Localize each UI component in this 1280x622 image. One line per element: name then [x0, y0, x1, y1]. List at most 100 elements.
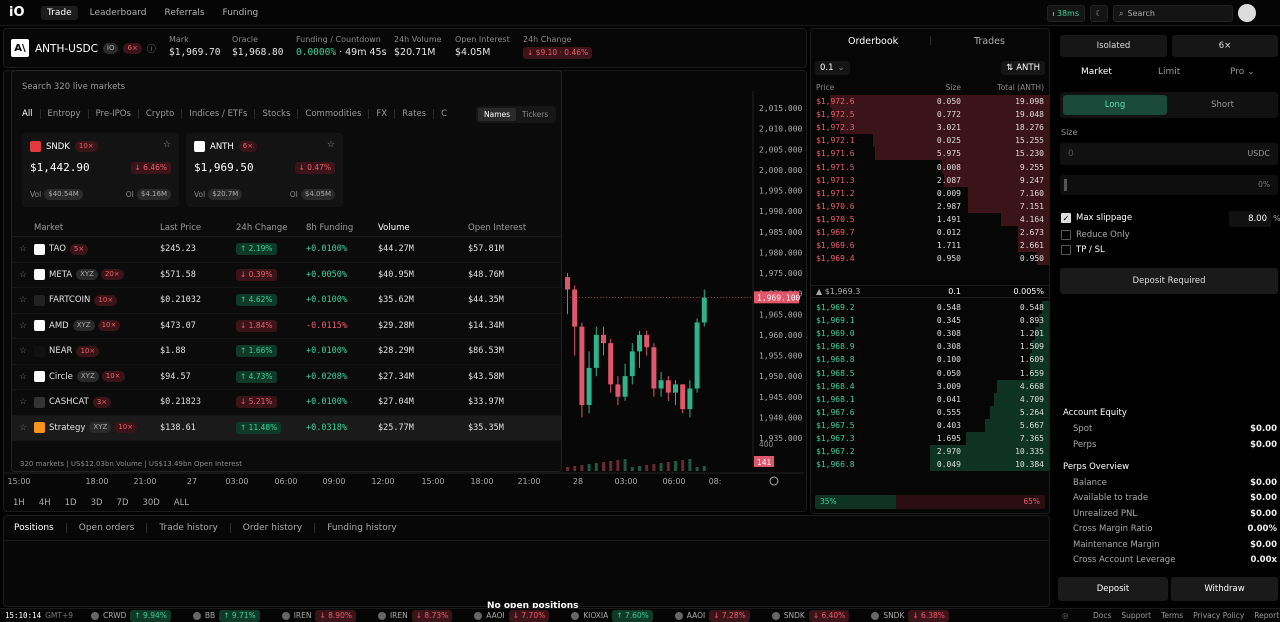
bid-row[interactable]: $1,967.3 1.695 7.365 [811, 431, 1049, 446]
cat-more[interactable]: C [434, 109, 454, 119]
col-market[interactable]: Market [34, 223, 160, 233]
slider-handle[interactable] [1064, 179, 1067, 191]
toggle-tickers[interactable]: Tickers [516, 108, 554, 121]
tf-4h[interactable]: 4H [39, 498, 51, 508]
avatar[interactable] [1238, 4, 1256, 22]
nav-referrals[interactable]: Referrals [159, 6, 211, 20]
max-slippage-checkbox[interactable]: ✓ Max slippage [1061, 213, 1132, 223]
star-icon[interactable]: ☆ [12, 372, 34, 382]
tab-trades[interactable]: Trades [974, 36, 1005, 47]
short-button[interactable]: Short [1170, 95, 1275, 115]
star-icon[interactable]: ☆ [12, 423, 34, 433]
market-selector[interactable]: ANTH-USDC IO 6× ⓘ [35, 42, 156, 56]
ticker-item[interactable]: IREN ↓ 8.73% [377, 609, 453, 622]
ask-row[interactable]: $1,970.5 1.491 4.164 [811, 212, 1049, 226]
order-type-market[interactable]: Market [1081, 67, 1112, 77]
ask-row[interactable]: $1,971.3 2.087 9.247 [811, 173, 1049, 187]
ask-row[interactable]: $1,971.2 0.009 7.160 [811, 186, 1049, 200]
featured-card-sndk[interactable]: SNDK 10× ☆ $1,442.90 ↓ 6.46% Vol $40.54M … [22, 133, 179, 207]
bid-row[interactable]: $1,967.2 2.970 10.335 [811, 445, 1049, 459]
search-input[interactable]: ⌕ Search [1113, 5, 1233, 22]
bid-row[interactable]: $1,968.1 0.041 4.709 [811, 392, 1049, 406]
toggle-names[interactable]: Names [478, 108, 517, 121]
tab-funding-history[interactable]: Funding history [315, 523, 409, 533]
bid-row[interactable]: $1,968.4 3.009 4.668 [811, 379, 1049, 393]
star-icon[interactable]: ☆ [12, 397, 34, 407]
ask-row[interactable]: $1,972.3 3.021 18.276 [811, 121, 1049, 135]
bid-row[interactable]: $1,969.0 0.308 1.201 [811, 327, 1049, 341]
col-funding[interactable]: 8h Funding [306, 223, 378, 233]
size-input[interactable]: 0 USDC [1060, 143, 1278, 165]
bid-row[interactable]: $1,968.9 0.308 1.509 [811, 340, 1049, 354]
bid-row[interactable]: $1,967.5 0.403 5.667 [811, 418, 1049, 432]
checkbox-checked-icon[interactable]: ✓ [1061, 213, 1071, 223]
tf-3d[interactable]: 3D [91, 498, 103, 508]
order-type-limit[interactable]: Limit [1158, 67, 1180, 77]
deposit-required-button[interactable]: Deposit Required [1060, 268, 1278, 294]
table-row[interactable]: ☆ TAO 5× $245.23 ↑ 2.19% +0.0100% $44.27M… [12, 237, 561, 263]
nav-trade[interactable]: Trade [41, 6, 78, 20]
star-icon[interactable]: ☆ [12, 295, 34, 305]
cat-all[interactable]: All [22, 109, 41, 119]
col-open-interest[interactable]: Open Interest [468, 223, 558, 233]
footer-link[interactable]: Docs [1093, 611, 1111, 620]
reduce-only-checkbox[interactable]: Reduce Only [1061, 230, 1130, 240]
cat-rates[interactable]: Rates [395, 109, 435, 119]
cat-stocks[interactable]: Stocks [255, 109, 299, 119]
cat-crypto[interactable]: Crypto [139, 109, 183, 119]
ticker-item[interactable]: AAOI ↓ 7.70% [474, 609, 550, 622]
ask-row[interactable]: $1,970.6 2.987 7.151 [811, 199, 1049, 213]
col-last-price[interactable]: Last Price [160, 223, 236, 233]
ask-row[interactable]: $1,969.6 1.711 2.661 [811, 239, 1049, 253]
star-icon[interactable]: ☆ [12, 270, 34, 280]
checkbox-icon[interactable] [1061, 230, 1071, 240]
footer-link[interactable]: Terms [1161, 611, 1183, 620]
deposit-button[interactable]: Deposit [1058, 577, 1168, 601]
footer-link[interactable]: Privacy Policy [1193, 611, 1244, 620]
ticker-item[interactable]: AAOI ↓ 7.28% [674, 609, 750, 622]
info-icon[interactable]: ⓘ [147, 42, 156, 55]
featured-card-anth[interactable]: ANTH 6× ☆ $1,969.50 ↓ 0.47% Vol $20.7M OI… [186, 133, 343, 207]
ticker-item[interactable]: BB ↑ 9.71% [192, 609, 260, 622]
bid-row[interactable]: $1,968.5 0.050 1.659 [811, 366, 1049, 380]
bid-row[interactable]: $1,966.8 0.049 10.384 [811, 458, 1049, 472]
tf-1d[interactable]: 1D [65, 498, 77, 508]
star-icon[interactable]: ☆ [12, 244, 34, 254]
table-row[interactable]: ☆ Circle XYZ 10× $94.57 ↑ 4.73% +0.0208% $… [12, 365, 561, 390]
market-search-input[interactable]: Search 320 live markets [22, 82, 125, 92]
tab-orderbook[interactable]: Orderbook [848, 36, 898, 47]
ticker-item[interactable]: SNDK ↓ 6.38% [871, 609, 949, 622]
table-row[interactable]: ☆ META XYZ 20× $571.58 ↓ 0.39% +0.0050% $4… [12, 263, 561, 288]
star-icon[interactable]: ☆ [163, 140, 171, 150]
ask-row[interactable]: $1,969.7 0.012 2.673 [811, 225, 1049, 240]
long-button[interactable]: Long [1063, 95, 1167, 115]
star-icon[interactable]: ☆ [327, 140, 335, 150]
nav-leaderboard[interactable]: Leaderboard [84, 6, 153, 20]
tick-size-select[interactable]: 0.1 ⌄ [815, 61, 850, 75]
star-icon[interactable]: ☆ [12, 321, 34, 331]
table-row[interactable]: ☆ NEAR 10× $1.88 ↑ 1.66% +0.0100% $28.29M… [12, 339, 561, 365]
bid-row[interactable]: $1,967.6 0.555 5.264 [811, 405, 1049, 419]
nav-funding[interactable]: Funding [217, 6, 265, 20]
checkbox-icon[interactable] [1061, 245, 1071, 255]
ticker-item[interactable]: KIOXIA ↑ 7.60% [571, 609, 653, 622]
ticker-item[interactable]: SNDK ↓ 6.40% [771, 609, 850, 622]
margin-mode-button[interactable]: Isolated [1060, 35, 1167, 57]
ask-row[interactable]: $1,972.6 0.050 19.098 [811, 95, 1049, 109]
tf-7d[interactable]: 7D [117, 498, 129, 508]
app-logo[interactable]: iO [9, 5, 25, 20]
size-slider[interactable]: 0% [1060, 175, 1278, 195]
tab-open-orders[interactable]: Open orders [67, 523, 148, 533]
cat-commodities[interactable]: Commodities [298, 109, 370, 119]
ask-row[interactable]: $1,971.6 5.975 15.230 [811, 147, 1049, 161]
ticker-item[interactable]: IREN ↓ 8.90% [281, 609, 356, 622]
col-volume[interactable]: Volume [378, 223, 468, 233]
tab-order-history[interactable]: Order history [231, 523, 316, 533]
footer-link[interactable]: Report a Bug [1254, 611, 1280, 620]
footer-link[interactable]: Support [1121, 611, 1151, 620]
cat-entropy[interactable]: Entropy [41, 109, 89, 119]
table-row[interactable]: ☆ FARTCOIN 10× $0.21032 ↑ 4.62% +0.0100% … [12, 288, 561, 314]
table-row[interactable]: ☆ CASHCAT 3× $0.21823 ↓ 5.21% +0.0100% $2… [12, 390, 561, 416]
bid-row[interactable]: $1,969.2 0.548 0.548 [811, 301, 1049, 315]
ask-row[interactable]: $1,972.1 0.025 15.255 [811, 134, 1049, 148]
